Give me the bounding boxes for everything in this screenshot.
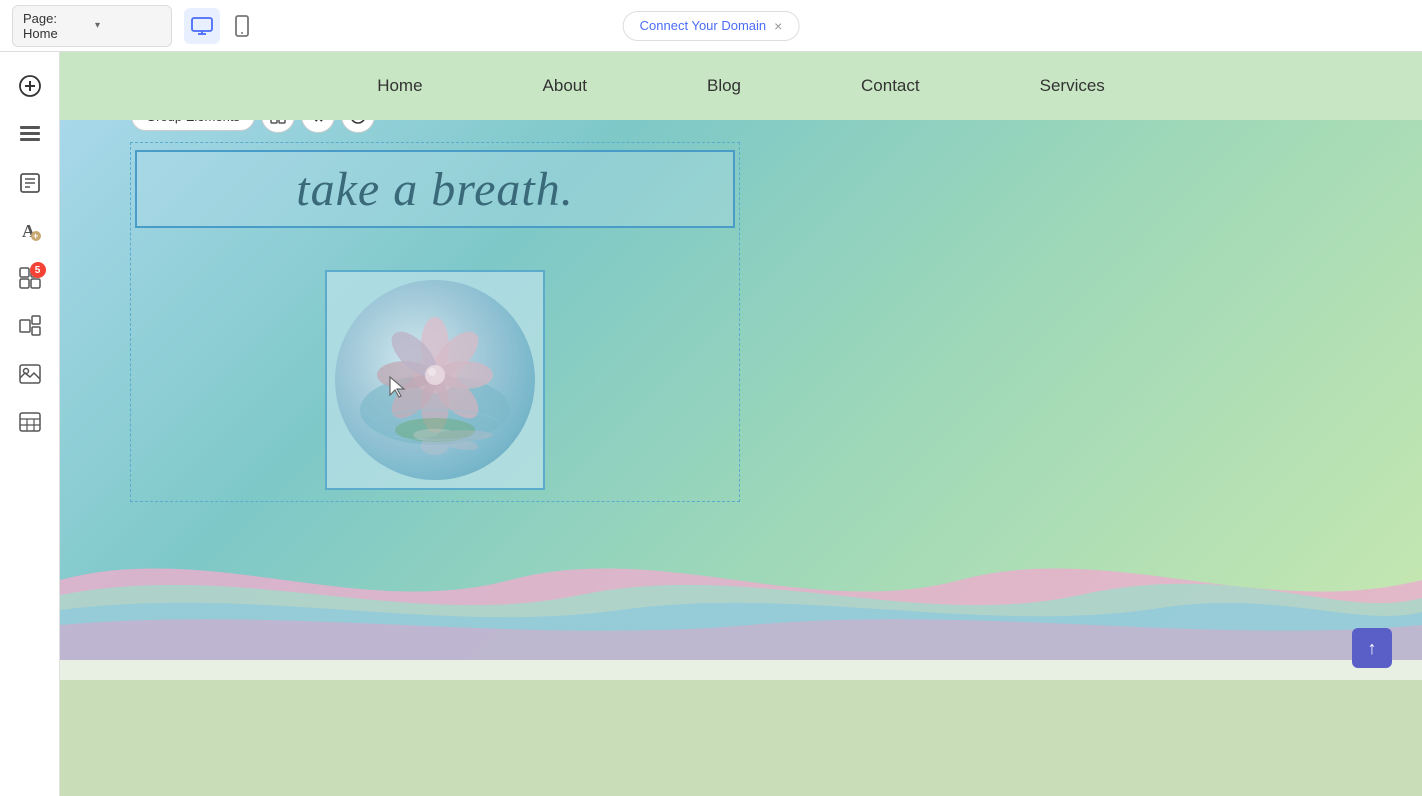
group-elements-label: Group Elements: [146, 120, 240, 124]
lotus-image-container[interactable]: [325, 270, 545, 490]
top-bar: Page: Home ▾ Connect Your Domain ×: [0, 0, 1422, 52]
sidebar-text-icon[interactable]: A +: [8, 208, 52, 252]
svg-text:+: +: [33, 231, 38, 241]
sidebar-add-icon[interactable]: [8, 64, 52, 108]
sidebar-elements-icon[interactable]: [8, 304, 52, 348]
page-label: Page: Home: [23, 11, 89, 41]
scroll-up-button[interactable]: ↑: [1352, 628, 1392, 668]
device-icons: [184, 8, 260, 44]
nav-services[interactable]: Services: [980, 52, 1165, 120]
page-selector[interactable]: Page: Home ▾: [12, 5, 172, 47]
sidebar-table-icon[interactable]: [8, 400, 52, 444]
svg-text:?: ?: [355, 120, 361, 123]
group-elements-button[interactable]: Group Elements: [131, 120, 255, 131]
site-nav: Home About Blog Contact Services: [60, 52, 1422, 120]
nav-about[interactable]: About: [483, 52, 647, 120]
element-grid-button[interactable]: [261, 120, 295, 133]
sidebar-apps-icon[interactable]: 5: [8, 256, 52, 300]
hero-section: Group Elements: [60, 120, 1422, 660]
canvas-area: Home About Blog Contact Services: [60, 52, 1422, 796]
sidebar-pages-icon[interactable]: [8, 160, 52, 204]
wave-background: [60, 440, 1422, 660]
domain-tab-text: Connect Your Domain: [640, 18, 766, 33]
sidebar-layers-icon[interactable]: [8, 112, 52, 156]
tagline-text-box[interactable]: take a breath.: [135, 150, 735, 228]
tagline-text: take a breath.: [296, 162, 573, 217]
apps-badge: 5: [30, 262, 46, 278]
sidebar-media-icon[interactable]: [8, 352, 52, 396]
element-help-button[interactable]: ?: [341, 120, 375, 133]
scroll-up-icon: ↑: [1368, 638, 1377, 659]
nav-contact[interactable]: Contact: [801, 52, 980, 120]
mobile-view-button[interactable]: [224, 8, 260, 44]
desktop-view-button[interactable]: [184, 8, 220, 44]
page-dropdown-chevron: ▾: [95, 20, 161, 31]
footer-area: [60, 680, 1422, 796]
element-back-button[interactable]: [301, 120, 335, 133]
domain-tab-close[interactable]: ×: [774, 18, 782, 34]
element-toolbar: Group Elements: [131, 120, 375, 133]
left-sidebar: A + 5: [0, 52, 60, 796]
website-preview: Home About Blog Contact Services: [60, 52, 1422, 796]
nav-home[interactable]: Home: [317, 52, 482, 120]
nav-blog[interactable]: Blog: [647, 52, 801, 120]
domain-tab: Connect Your Domain ×: [623, 11, 800, 41]
lotus-circle: [335, 280, 535, 480]
